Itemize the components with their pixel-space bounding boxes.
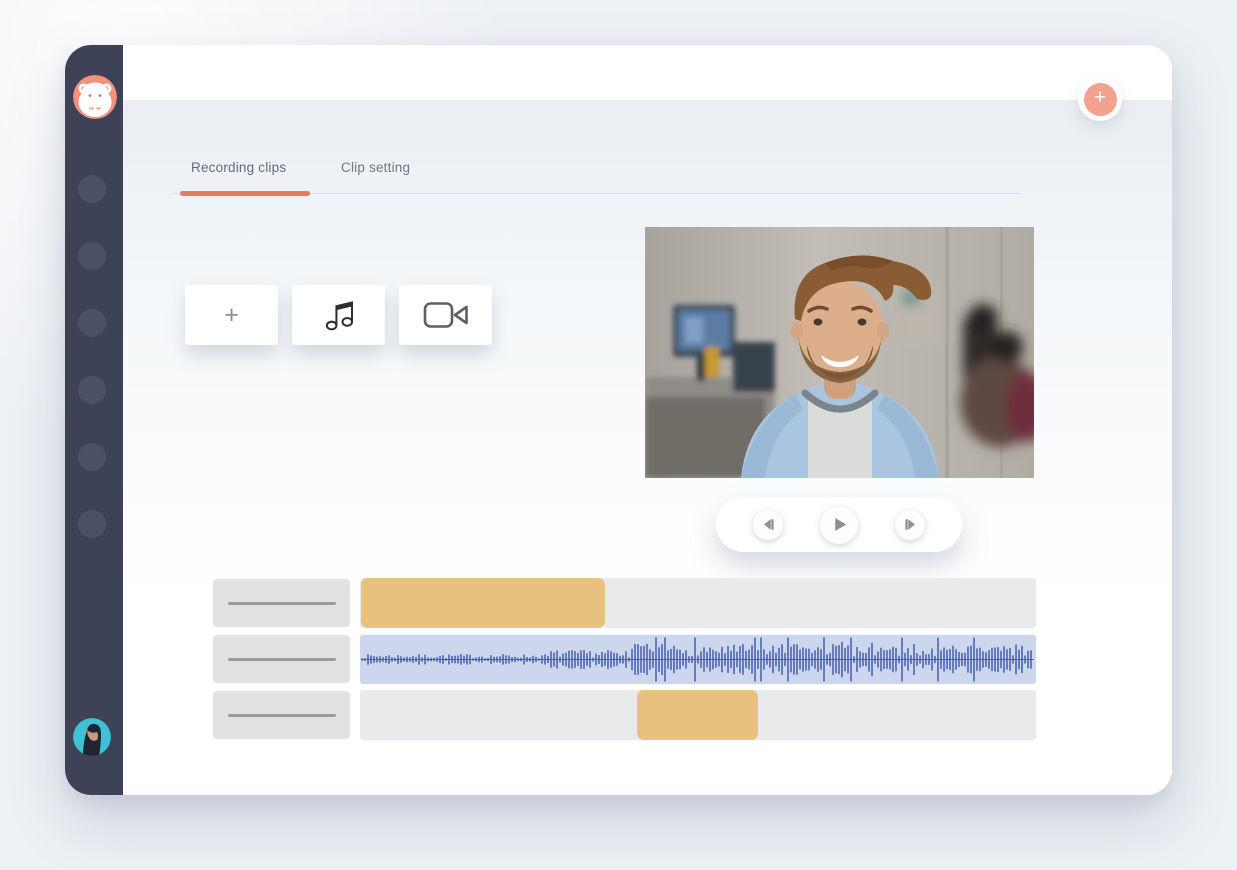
timeline-clip[interactable] <box>637 690 758 740</box>
monkey-logo-icon <box>73 75 117 119</box>
active-tab-underline <box>180 191 310 196</box>
timeline-track-1 <box>213 578 1036 628</box>
playback-controls <box>716 497 962 552</box>
app-logo-monkey-icon[interactable] <box>73 75 117 119</box>
tab-bar: Recording clips Clip setting <box>172 113 1021 195</box>
audio-waveform-icon <box>360 635 1036 684</box>
add-video-button[interactable] <box>399 285 492 345</box>
play-icon <box>831 516 848 533</box>
next-frame-button[interactable] <box>895 510 925 540</box>
sidebar-item-placeholder-1[interactable] <box>78 175 106 203</box>
track-label-placeholder <box>228 658 336 661</box>
step-backward-icon <box>761 517 776 532</box>
timeline-track-2 <box>213 634 1036 684</box>
top-bar <box>123 45 1172 100</box>
track-lane <box>360 690 1036 740</box>
sidebar-item-placeholder-2[interactable] <box>78 242 106 270</box>
sidebar-menu <box>78 175 106 538</box>
tab-clip-setting[interactable]: Clip setting <box>341 160 410 175</box>
track-label <box>213 691 350 739</box>
video-preview <box>645 227 1034 478</box>
sidebar-item-placeholder-4[interactable] <box>78 376 106 404</box>
app-window: + Recording clips Clip setting + <box>65 45 1172 795</box>
track-label-placeholder <box>228 602 336 605</box>
sidebar-item-placeholder-5[interactable] <box>78 443 106 471</box>
user-avatar[interactable] <box>73 718 111 756</box>
track-label-placeholder <box>228 714 336 717</box>
add-music-button[interactable] <box>292 285 385 345</box>
sidebar <box>65 45 123 795</box>
main-panel: + Recording clips Clip setting + <box>123 45 1172 795</box>
timeline-clip[interactable] <box>361 578 605 628</box>
previous-frame-button[interactable] <box>753 510 783 540</box>
sidebar-item-placeholder-6[interactable] <box>78 510 106 538</box>
content-area: Recording clips Clip setting + <box>123 100 1172 795</box>
track-label <box>213 579 350 627</box>
video-camera-icon <box>421 295 471 335</box>
music-note-icon <box>317 293 361 337</box>
track-lane <box>360 578 1036 628</box>
add-clip-button[interactable]: + <box>185 285 278 345</box>
play-button[interactable] <box>820 506 858 544</box>
clip-toolbar: + <box>185 285 492 345</box>
video-preview-image <box>645 227 1034 478</box>
track-label <box>213 635 350 683</box>
plus-icon: + <box>224 301 239 330</box>
audio-waveform-clip[interactable] <box>360 634 1036 684</box>
timeline-track-3 <box>213 690 1036 740</box>
add-button[interactable]: + <box>1084 83 1117 116</box>
sidebar-item-placeholder-3[interactable] <box>78 309 106 337</box>
add-button-halo: + <box>1078 77 1122 121</box>
user-avatar-photo-icon <box>73 718 111 756</box>
step-forward-icon <box>903 517 918 532</box>
plus-icon: + <box>1094 83 1106 113</box>
tab-recording-clips[interactable]: Recording clips <box>191 160 286 175</box>
